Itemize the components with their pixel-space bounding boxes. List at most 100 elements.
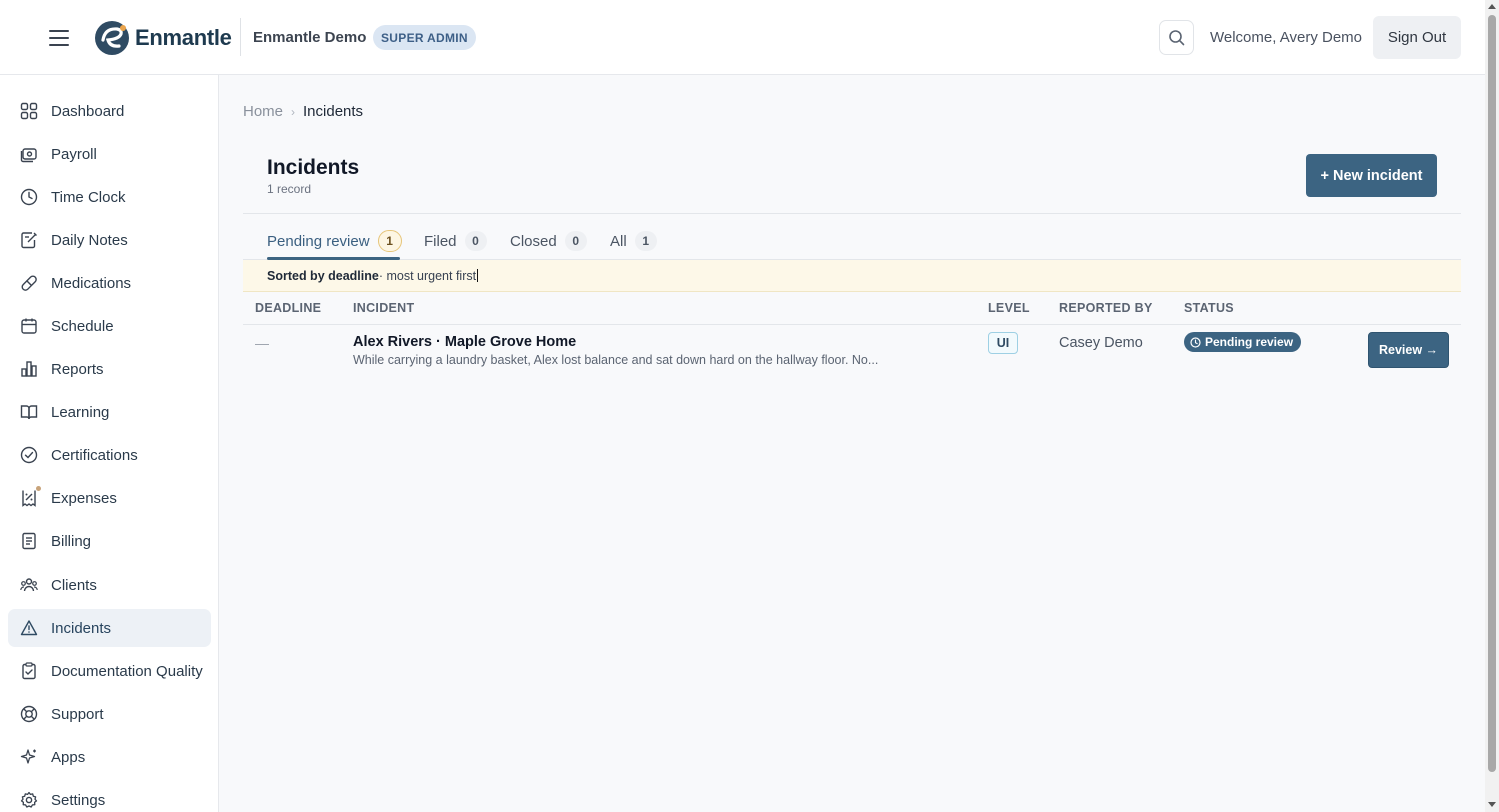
sidebar-item-label: Schedule [51,318,114,335]
tab-label: Closed [510,232,557,250]
sidebar-item-daily-notes[interactable]: Daily Notes [8,221,211,259]
scroll-down-arrow-icon[interactable] [1488,802,1496,807]
sidebar-item-label: Incidents [51,620,112,637]
breadcrumb-home-link[interactable]: Home [243,103,283,120]
sidebar-item-settings[interactable]: Settings [8,781,211,812]
welcome-text: Welcome, Avery Demo [1210,29,1362,46]
sidebar-item-time-clock[interactable]: Time Clock [8,178,211,216]
check-circle-icon [20,446,38,464]
sidebar-item-label: Daily Notes [51,232,128,249]
text-cursor [477,269,479,282]
users-icon [20,578,38,592]
org-name: Enmantle Demo [253,29,367,46]
status-label: Pending review [1205,335,1294,349]
sidebar-item-label: Documentation Quality [51,663,203,680]
logo[interactable]: Enmantle [93,19,232,57]
sidebar-item-incidents[interactable]: Incidents [8,609,211,647]
scroll-thumb[interactable] [1488,15,1496,772]
search-icon [1169,30,1185,46]
sidebar-item-schedule[interactable]: Schedule [8,307,211,345]
review-button[interactable]: Review → [1368,332,1449,368]
sidebar-item-expenses[interactable]: Expenses [8,479,211,517]
tab-pending-review[interactable]: Pending review 1 [267,222,402,260]
header-divider [240,18,241,56]
hamburger-icon[interactable] [44,23,74,53]
sign-out-button[interactable]: Sign Out [1373,16,1461,59]
sidebar-item-payroll[interactable]: Payroll [8,135,211,173]
tab-label: Pending review [267,232,370,250]
sidebar-item-label: Apps [51,749,86,766]
tab-all[interactable]: All 1 [610,222,657,260]
logo-wordmark: Enmantle [135,25,232,50]
sidebar-item-label: Dashboard [51,103,125,120]
receipt-icon [22,490,36,507]
incident-title[interactable]: Alex Rivers · Maple Grove Home [353,334,576,350]
column-header-status[interactable]: STATUS [1184,301,1234,315]
tab-label: Filed [424,232,457,250]
pill-icon [21,275,37,291]
tab-count-badge: 0 [564,231,587,251]
sidebar-item-label: Reports [51,361,104,378]
cash-icon [20,148,37,163]
tab-filed[interactable]: Filed 0 [424,222,487,260]
sort-banner: Sorted by deadline · most urgent first [243,260,1461,292]
sidebar-item-support[interactable]: Support [8,695,211,733]
clock-icon [20,188,38,206]
tab-closed[interactable]: Closed 0 [510,222,587,260]
tab-label: All [610,232,627,250]
sidebar-item-label: Support [51,706,104,723]
column-header-level[interactable]: LEVEL [988,301,1030,315]
notification-dot [36,486,41,491]
gear-icon [20,791,38,808]
sidebar-item-billing[interactable]: Billing [8,522,211,560]
sidebar-item-label: Payroll [51,146,97,163]
clock-icon [1190,336,1201,348]
level-badge: UI [988,332,1018,354]
column-header-incident[interactable]: INCIDENT [353,301,414,315]
sidebar-item-label: Certifications [51,447,138,464]
sidebar-item-documentation-quality[interactable]: Documentation Quality [8,652,211,690]
sidebar-item-label: Clients [51,577,97,594]
tab-count-badge: 1 [377,230,402,252]
life-buoy-icon [20,705,38,723]
tab-count-badge: 0 [464,231,487,251]
sidebar-item-dashboard[interactable]: Dashboard [8,92,211,130]
document-icon [22,532,36,550]
new-incident-button[interactable]: + New incident [1306,154,1437,197]
scroll-up-arrow-icon[interactable] [1488,4,1496,9]
sparkle-icon [20,749,36,764]
sidebar: Dashboard Payroll Time Clock Daily Notes… [0,75,219,812]
sidebar-item-medications[interactable]: Medications [8,264,211,302]
sort-banner-detail: · most urgent first [378,268,477,283]
table-row[interactable]: — Alex Rivers · Maple Grove Home While c… [243,325,1461,375]
grid-icon [20,102,38,120]
sidebar-item-clients[interactable]: Clients [8,566,211,604]
enmantle-logo-mark [95,21,129,55]
notes-icon [21,232,37,249]
warning-triangle-icon [20,620,38,636]
sidebar-item-label: Time Clock [51,189,126,206]
sidebar-item-label: Billing [51,533,92,550]
sort-banner-label: Sorted by deadline [267,268,379,283]
column-header-reported-by[interactable]: REPORTED BY [1059,301,1153,315]
sidebar-item-label: Settings [51,792,106,809]
chevron-right-icon: › [291,104,296,119]
role-badge: SUPER ADMIN [373,25,476,50]
reported-by-cell: Casey Demo [1059,335,1143,351]
book-icon [20,405,38,420]
record-count: 1 record [267,182,312,196]
sidebar-item-label: Medications [51,275,132,292]
search-button[interactable] [1159,20,1194,55]
sidebar-item-label: Learning [51,404,110,421]
page-scrollbar[interactable] [1485,0,1499,812]
sidebar-item-reports[interactable]: Reports [8,350,211,388]
tab-count-badge: 1 [634,231,657,251]
calendar-icon [21,318,37,334]
column-header-deadline[interactable]: DEADLINE [255,301,321,315]
top-header: Enmantle Enmantle Demo SUPER ADMIN Welco… [0,0,1485,75]
sidebar-item-learning[interactable]: Learning [8,393,211,431]
divider [243,213,1461,214]
incident-description: While carrying a laundry basket, Alex lo… [353,353,879,367]
sidebar-item-certifications[interactable]: Certifications [8,436,211,474]
sidebar-item-apps[interactable]: Apps [8,738,211,776]
